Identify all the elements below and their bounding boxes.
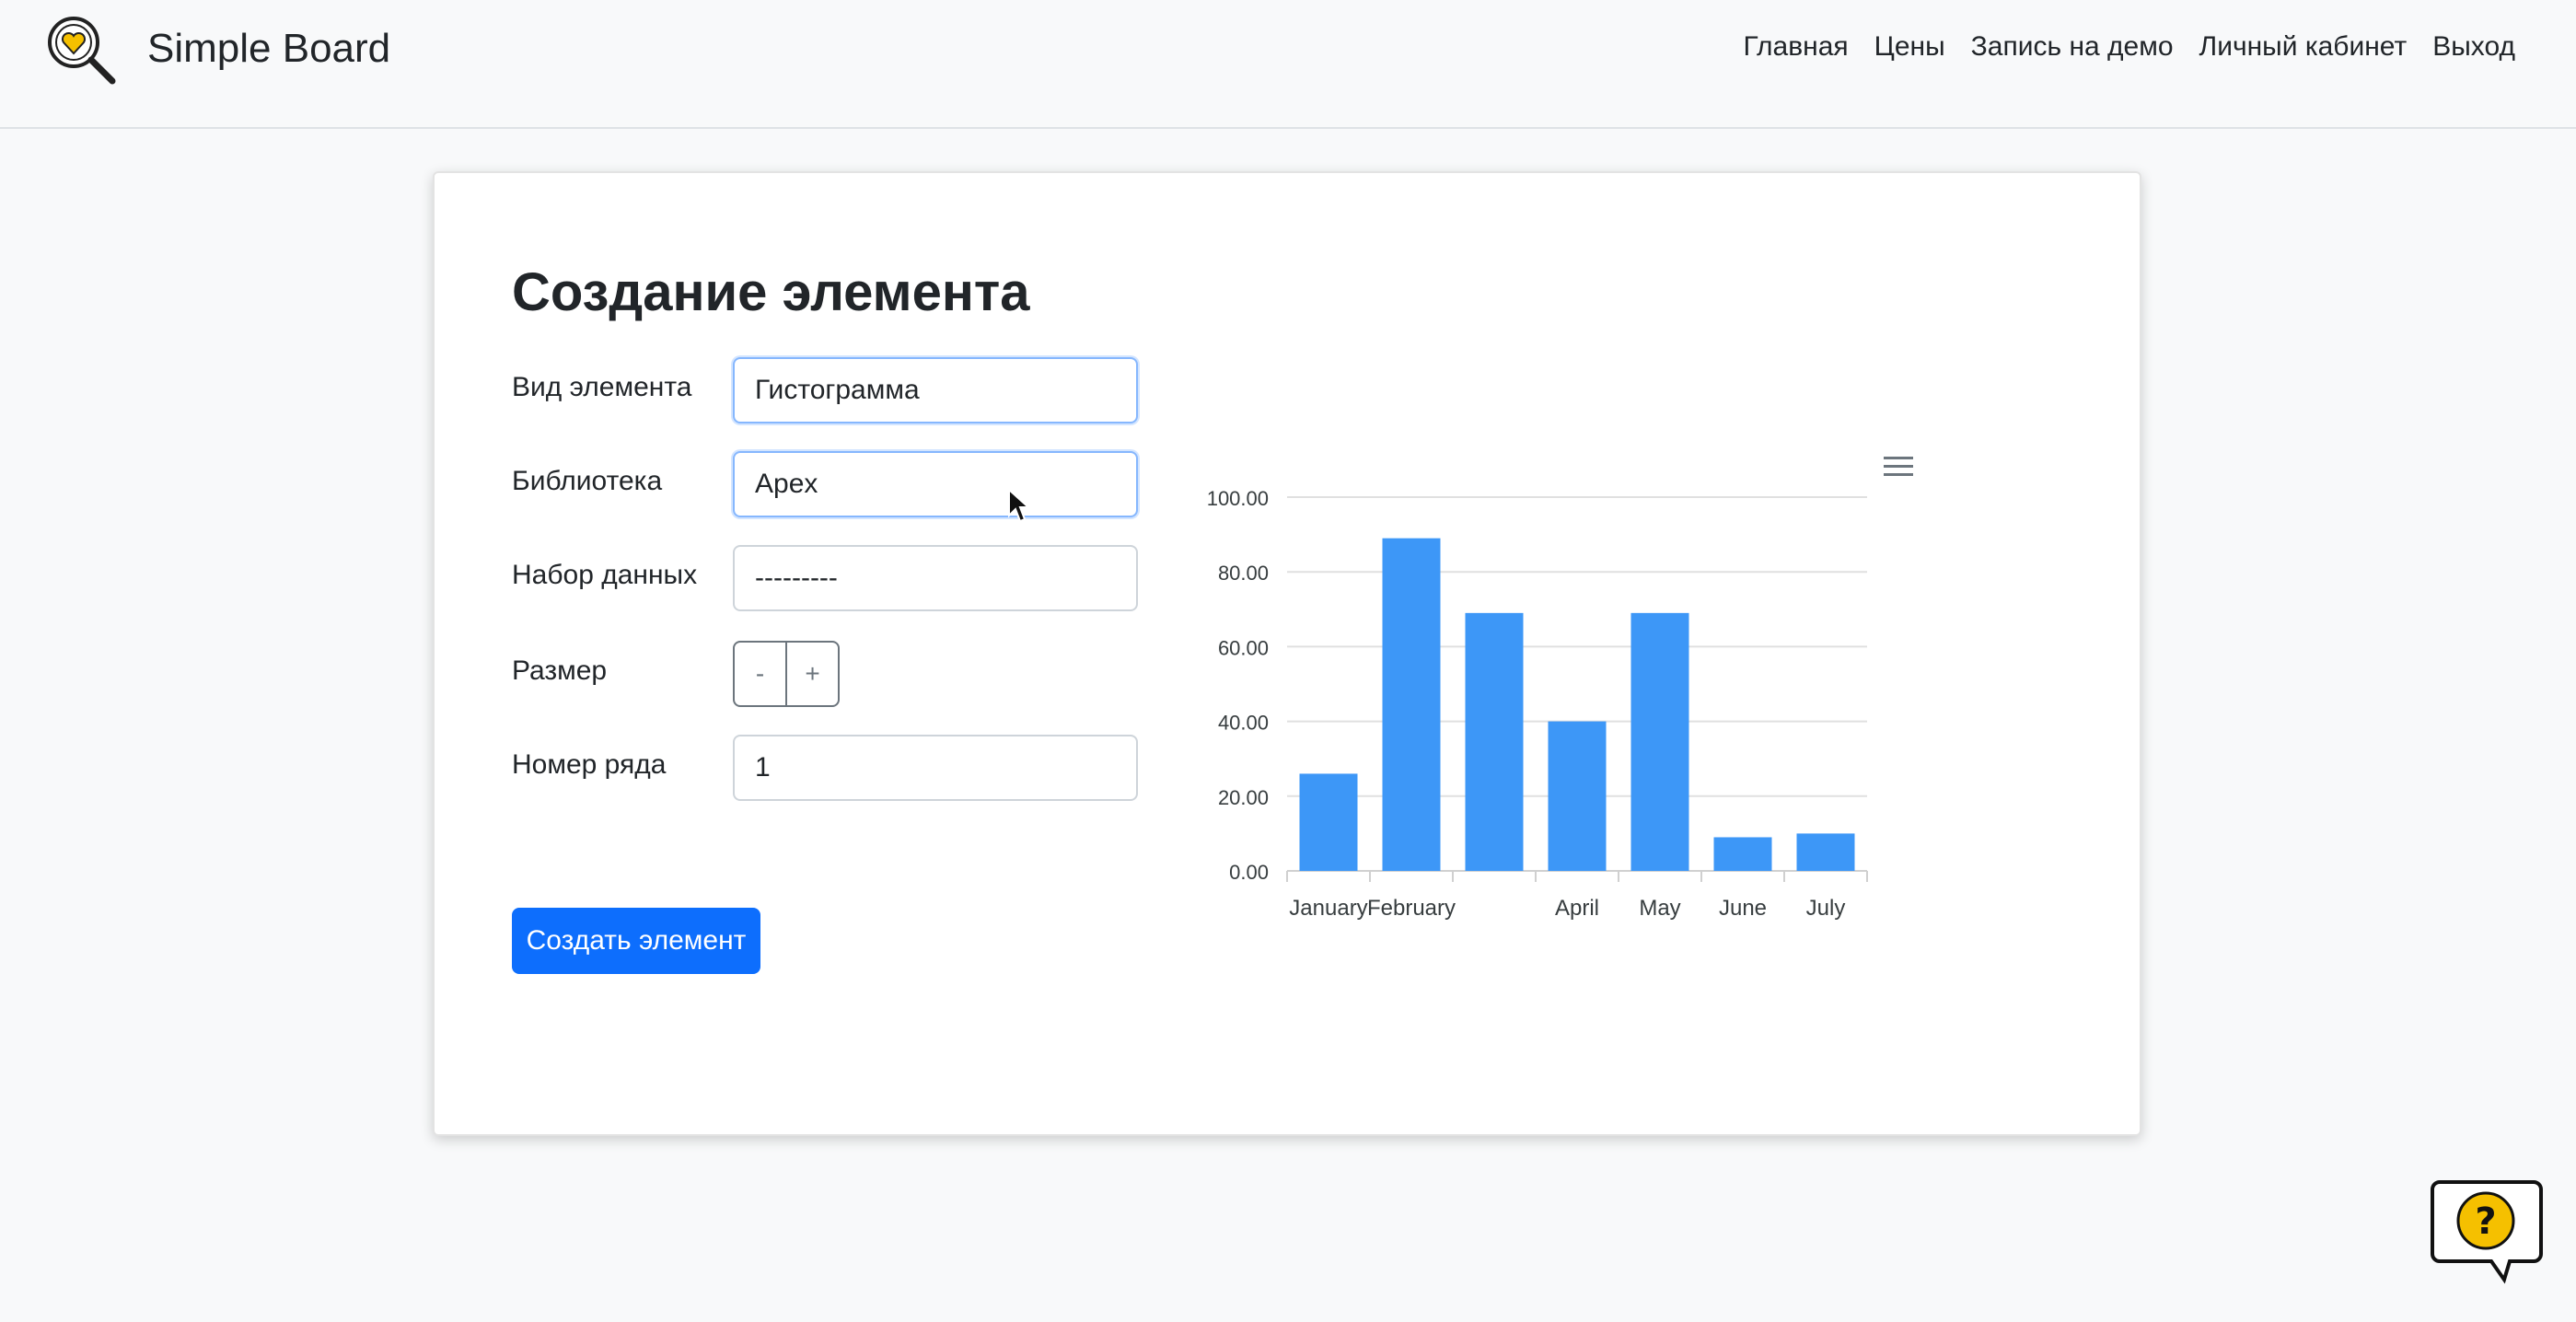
dataset-label: Набор данных (512, 560, 698, 590)
logo-magnifier-heart-icon[interactable] (44, 13, 120, 88)
y-tick-label: 20.00 (1218, 786, 1269, 809)
row-number-row: Номер ряда 1 (512, 735, 1212, 801)
row-number-label: Номер ряда (512, 749, 667, 780)
bar-february[interactable] (1382, 538, 1441, 871)
mouse-cursor-icon (1008, 488, 1031, 523)
nav-pricing[interactable]: Цены (1874, 31, 1945, 63)
y-tick-label: 100.00 (1207, 487, 1269, 510)
y-tick-label: 40.00 (1218, 712, 1269, 735)
nav-logout[interactable]: Выход (2432, 31, 2515, 63)
y-tick-label: 80.00 (1218, 562, 1269, 585)
x-tick-label: May (1639, 896, 1680, 921)
nav-account[interactable]: Личный кабинет (2199, 31, 2408, 63)
size-row: Размер - + (512, 641, 1212, 707)
bar-chart: 0.00 20.00 40.00 60.00 80.00 100.00 January Feb… (1207, 487, 1868, 921)
y-tick-label: 60.00 (1218, 636, 1269, 659)
bar-july[interactable] (1796, 833, 1855, 871)
bar-june[interactable] (1713, 837, 1772, 871)
nav-home[interactable]: Главная (1743, 31, 1848, 63)
element-type-select[interactable]: Гистограмма (733, 357, 1138, 423)
dataset-select[interactable]: --------- (733, 545, 1138, 611)
size-decrease-button[interactable]: - (735, 643, 787, 705)
brand-name[interactable]: Simple Board (147, 26, 390, 72)
size-increase-button[interactable]: + (787, 643, 838, 705)
x-tick-label: February (1367, 896, 1456, 921)
main-nav: Главная Цены Запись на демо Личный кабин… (1743, 31, 2515, 63)
nav-demo-booking[interactable]: Запись на демо (1971, 31, 2174, 63)
x-tick-label: June (1719, 896, 1767, 921)
x-tick-label: July (1806, 896, 1846, 921)
top-navbar: Simple Board Главная Цены Запись на демо… (0, 0, 2576, 129)
size-label: Размер (512, 655, 608, 686)
element-type-row: Вид элемента Гистограмма (512, 357, 1212, 423)
x-tick-label: April (1555, 896, 1599, 921)
bar-january[interactable] (1299, 773, 1358, 871)
svg-text:?: ? (2475, 1200, 2496, 1243)
row-number-input[interactable]: 1 (733, 735, 1138, 801)
library-row: Библиотека Apex (512, 451, 1212, 517)
size-stepper: - + (733, 641, 840, 707)
library-label: Библиотека (512, 466, 663, 496)
page-title: Создание элемента (512, 262, 1030, 322)
bar-chart-preview: 0.00 20.00 40.00 60.00 80.00 100.00 January Feb… (1197, 433, 1970, 948)
x-tick-label: January (1289, 896, 1367, 921)
dataset-row: Набор данных --------- (512, 545, 1212, 611)
help-question-bubble-icon[interactable]: ? (2431, 1175, 2543, 1285)
hamburger-menu-icon[interactable] (1882, 453, 1915, 481)
bar-april[interactable] (1548, 721, 1607, 871)
bar-category-3[interactable] (1465, 612, 1524, 871)
element-type-label: Вид элемента (512, 372, 692, 402)
create-element-button[interactable]: Создать элемент (512, 908, 760, 974)
library-select[interactable]: Apex (733, 451, 1138, 517)
bar-may[interactable] (1630, 612, 1689, 871)
y-tick-label: 0.00 (1229, 861, 1269, 884)
